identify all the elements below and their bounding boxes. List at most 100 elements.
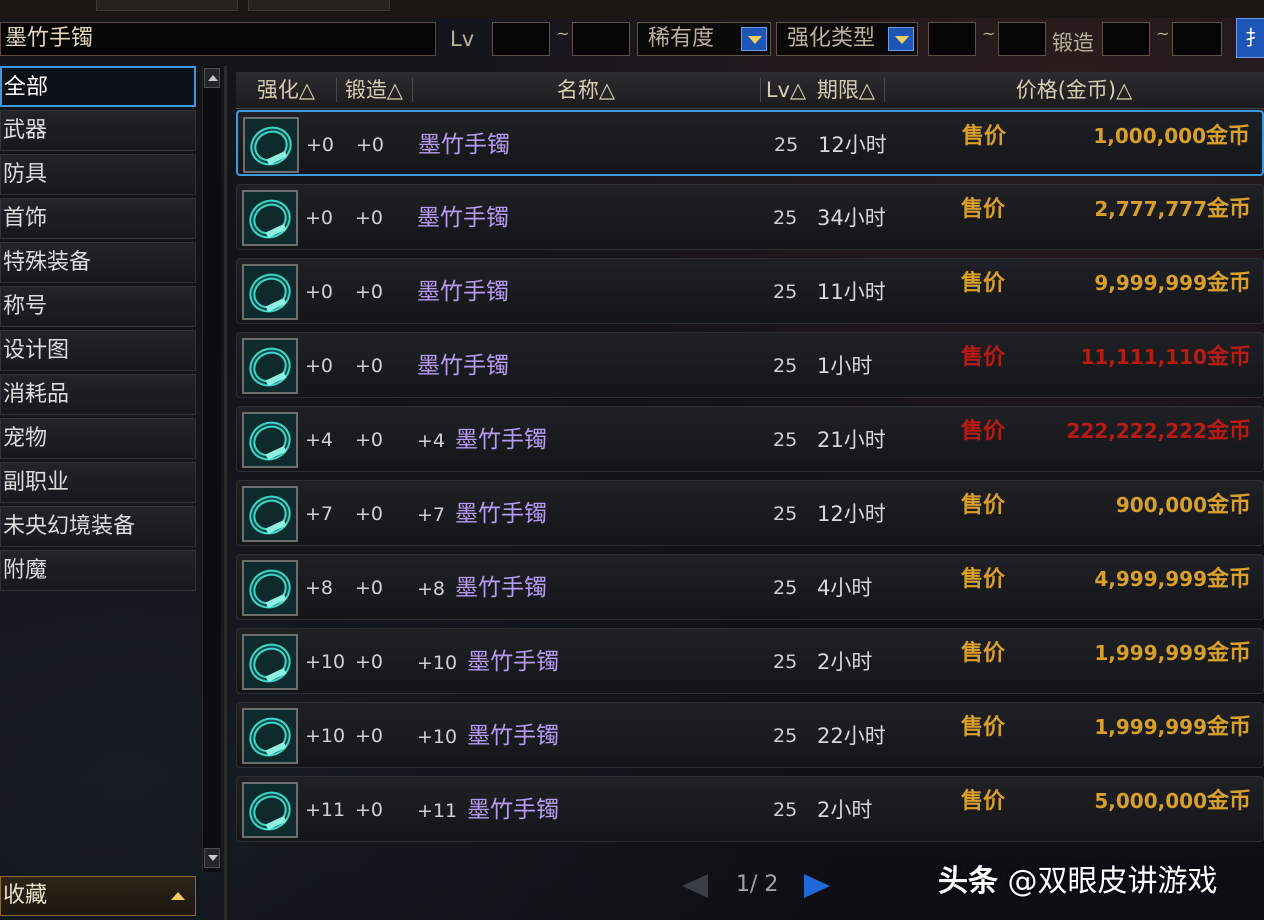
scroll-up-icon[interactable] (204, 68, 220, 88)
enhance-type-dropdown[interactable]: 强化类型 (776, 22, 918, 56)
sidebar-scrollbar[interactable] (202, 66, 221, 872)
scroll-down-icon[interactable] (204, 848, 220, 868)
forge-value: +0 (355, 577, 384, 599)
price-value: 4,999,999金币 (1094, 561, 1251, 593)
bracelet-icon[interactable] (242, 560, 298, 616)
sidebar-item-blueprints[interactable]: 设计图 (0, 330, 196, 371)
table-row[interactable]: +10 +0 +10 墨竹手镯 25 2小时 售价 1,999,999金币 (236, 628, 1264, 694)
prev-page-icon[interactable] (682, 874, 708, 898)
top-tab[interactable] (248, 0, 390, 11)
item-name: +4 墨竹手镯 (417, 407, 547, 473)
currency-label: 金币 (1206, 345, 1251, 370)
duration-value: 22小时 (817, 724, 886, 748)
bracelet-icon[interactable] (242, 634, 298, 690)
enhance-type-dropdown-label: 强化类型 (787, 26, 876, 51)
bracelet-icon[interactable] (243, 117, 299, 173)
level-value: 25 (773, 281, 798, 303)
table-row[interactable]: +0 +0 墨竹手镯 25 12小时 售价 1,000,000金币 (236, 110, 1264, 176)
price-number: 1,999,999 (1094, 641, 1207, 665)
bracelet-icon[interactable] (242, 412, 298, 468)
item-name: 墨竹手镯 (417, 259, 509, 325)
currency-label: 金币 (1206, 197, 1251, 222)
price-number: 5,000,000 (1094, 789, 1207, 813)
sidebar-item-accessories[interactable]: 首饰 (0, 198, 196, 239)
sidebar-item-weapons[interactable]: 武器 (0, 110, 196, 151)
duration-value: 34小时 (817, 206, 886, 230)
watermark-brand: 头条 (938, 864, 998, 899)
lv-max-input[interactable] (572, 22, 630, 56)
sidebar-item-consumables[interactable]: 消耗品 (0, 374, 196, 415)
duration-value: 12小时 (817, 502, 886, 526)
table-row[interactable]: +0 +0 墨竹手镯 25 11小时 售价 9,999,999金币 (236, 258, 1264, 324)
price-number: 11,111,110 (1080, 345, 1207, 369)
bracelet-icon[interactable] (242, 338, 298, 394)
header-price[interactable]: 价格(金币)△ (884, 72, 1264, 108)
header-name[interactable]: 名称△ (412, 72, 760, 108)
forge-value: +0 (355, 725, 384, 747)
sidebar-item-enchant[interactable]: 附魔 (0, 550, 196, 591)
sidebar-item-subclass[interactable]: 副职业 (0, 462, 196, 503)
bracelet-icon[interactable] (242, 708, 298, 764)
bracelet-icon[interactable] (242, 486, 298, 542)
bracelet-icon[interactable] (242, 190, 298, 246)
item-name-search-input[interactable]: 墨竹手镯 (0, 22, 436, 56)
favorites-button[interactable]: 收藏 (0, 876, 196, 916)
table-row[interactable]: +10 +0 +10 墨竹手镯 25 22小时 售价 1,999,999金币 (236, 702, 1264, 768)
price-value: 900,000金币 (1116, 487, 1251, 519)
enhance-min-input[interactable] (928, 22, 976, 56)
sidebar-item-weiyang-equipment[interactable]: 未央幻境装备 (0, 506, 196, 547)
currency-label: 金币 (1206, 715, 1251, 740)
header-forge[interactable]: 锻造△ (336, 72, 412, 108)
item-enhance-prefix: +8 (417, 578, 446, 600)
sidebar-item-titles[interactable]: 称号 (0, 286, 196, 327)
item-name-text: 墨竹手镯 (417, 205, 509, 231)
table-row[interactable]: +4 +0 +4 墨竹手镯 25 21小时 售价 222,222,222金币 (236, 406, 1264, 472)
currency-label: 金币 (1206, 567, 1251, 592)
rarity-dropdown[interactable]: 稀有度 (637, 22, 771, 56)
sell-price-label: 售价 (961, 419, 1006, 444)
table-row[interactable]: +7 +0 +7 墨竹手镯 25 12小时 售价 900,000金币 (236, 480, 1264, 546)
forge-max-input[interactable] (1172, 22, 1222, 56)
search-button[interactable]: 扌 (1236, 18, 1264, 58)
duration-value: 21小时 (817, 428, 886, 452)
forge-min-input[interactable] (1102, 22, 1150, 56)
header-enhance[interactable]: 强化△ (236, 72, 336, 108)
level-value: 25 (774, 134, 799, 156)
item-name-text: 墨竹手镯 (418, 132, 510, 158)
item-name-text: 墨竹手镯 (417, 279, 509, 305)
chevron-down-icon[interactable] (741, 27, 767, 51)
forge-label: 锻造 (1052, 31, 1094, 55)
table-header: 强化△ 锻造△ 名称△ Lv△ 期限△ 价格(金币)△ (236, 72, 1264, 109)
price-value: 9,999,999金币 (1094, 265, 1251, 297)
forge-value: +0 (355, 651, 384, 673)
table-row[interactable]: +11 +0 +11 墨竹手镯 25 2小时 售价 5,000,000金币 (236, 776, 1264, 842)
range-separator: ~ (1156, 24, 1170, 43)
lv-min-input[interactable] (492, 22, 550, 56)
table-row[interactable]: +0 +0 墨竹手镯 25 1小时 售价 11,111,110金币 (236, 332, 1264, 398)
next-page-icon[interactable] (804, 874, 830, 898)
sidebar-item-special-equipment[interactable]: 特殊装备 (0, 242, 196, 283)
enhance-value: +0 (305, 355, 334, 377)
top-tab[interactable] (96, 0, 238, 11)
enhance-max-input[interactable] (998, 22, 1046, 56)
currency-label: 金币 (1206, 641, 1251, 666)
header-duration[interactable]: 期限△ (810, 72, 882, 108)
bracelet-icon[interactable] (242, 782, 298, 838)
duration-value: 1小时 (817, 354, 873, 378)
currency-label: 金币 (1206, 271, 1251, 296)
chevron-down-icon[interactable] (888, 27, 914, 51)
header-lv[interactable]: Lv△ (760, 72, 812, 108)
bracelet-icon[interactable] (242, 264, 298, 320)
sidebar-item-armor[interactable]: 防具 (0, 154, 196, 195)
sidebar-item-all[interactable]: 全部 (0, 66, 196, 107)
level-value: 25 (773, 355, 798, 377)
item-enhance-prefix: +11 (417, 800, 458, 822)
item-enhance-prefix: +10 (417, 726, 458, 748)
currency-label: 金币 (1206, 419, 1251, 444)
table-row[interactable]: +8 +0 +8 墨竹手镯 25 4小时 售价 4,999,999金币 (236, 554, 1264, 620)
sidebar-item-pets[interactable]: 宠物 (0, 418, 196, 459)
price-number: 4,999,999 (1094, 567, 1207, 591)
duration-value: 11小时 (817, 280, 886, 304)
item-name-text: 墨竹手镯 (467, 649, 560, 675)
table-row[interactable]: +0 +0 墨竹手镯 25 34小时 售价 2,777,777金币 (236, 184, 1264, 250)
